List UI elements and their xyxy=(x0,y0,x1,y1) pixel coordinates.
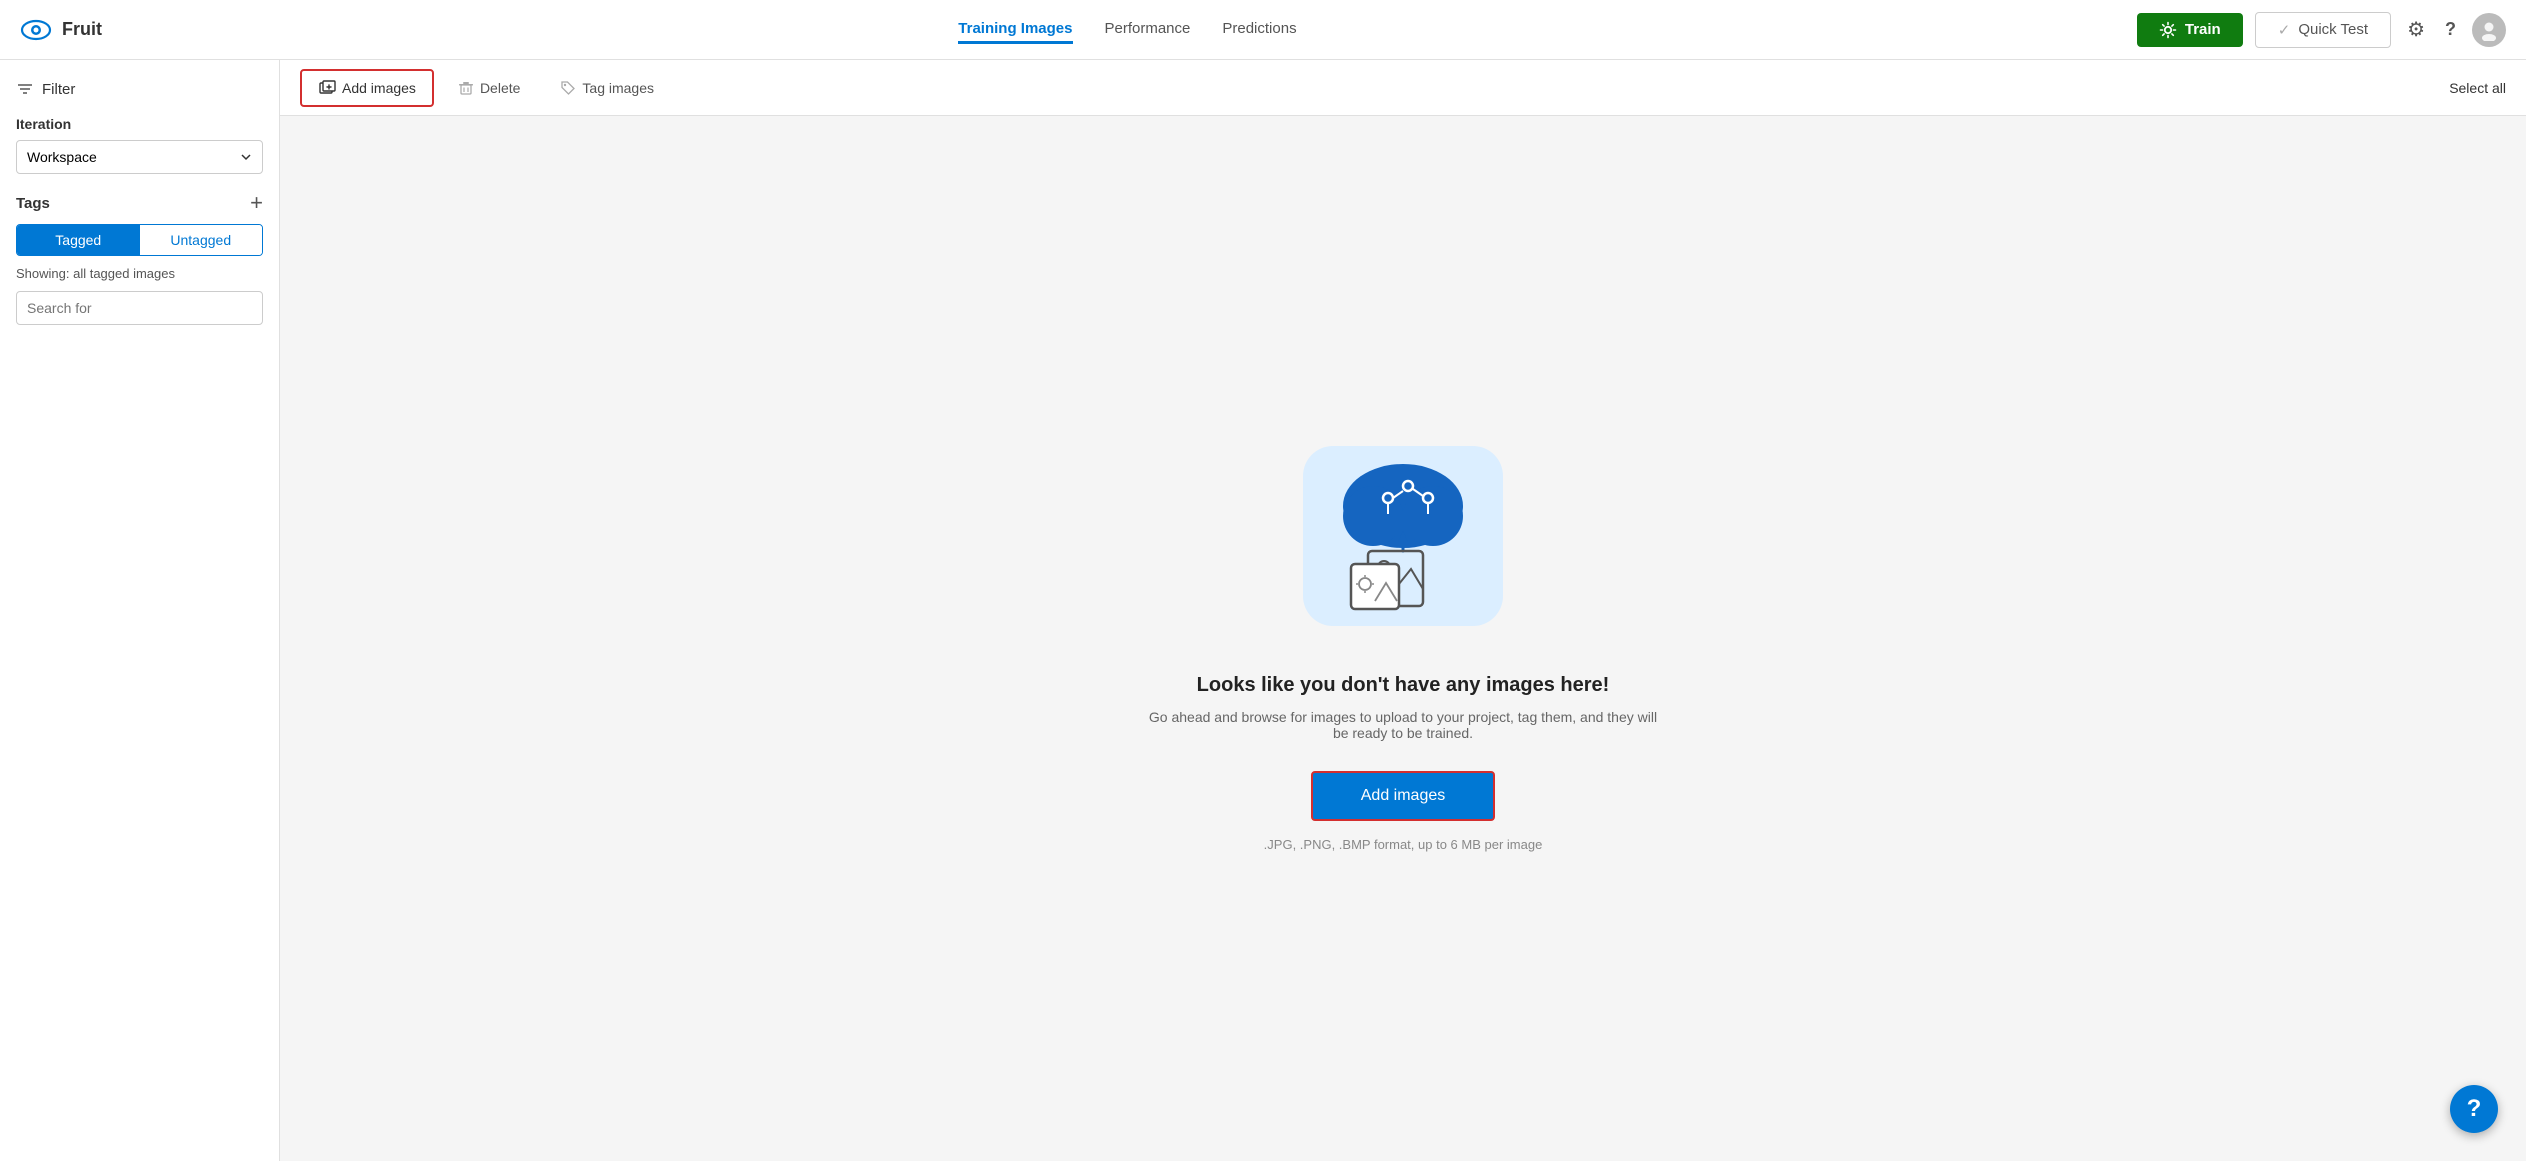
user-icon xyxy=(2478,19,2500,41)
train-label: Train xyxy=(2185,21,2221,38)
tags-section: Tags + Tagged Untagged Showing: all tagg… xyxy=(16,192,263,325)
toolbar: Add images Delete Tag images xyxy=(280,60,2526,116)
add-tag-button[interactable]: + xyxy=(250,192,263,214)
delete-icon xyxy=(458,80,474,96)
filter-button[interactable]: Filter xyxy=(16,80,263,98)
header-actions: Train ✓ Quick Test ⚙ ? xyxy=(2137,12,2506,48)
help-bubble-button[interactable]: ? xyxy=(2450,1085,2498,1133)
add-images-label: Add images xyxy=(342,80,416,96)
header: Fruit Training Images Performance Predic… xyxy=(0,0,2526,60)
eye-icon xyxy=(20,14,52,46)
select-all-button[interactable]: Select all xyxy=(2449,80,2506,96)
quick-test-button[interactable]: ✓ Quick Test xyxy=(2255,12,2391,48)
help-bubble-icon: ? xyxy=(2467,1095,2482,1123)
showing-label: Showing: all tagged images xyxy=(16,266,263,281)
checkmark-icon: ✓ xyxy=(2278,21,2291,39)
iteration-section: Iteration Workspace xyxy=(16,116,263,174)
add-images-center-button[interactable]: Add images xyxy=(1311,771,1496,821)
delete-label: Delete xyxy=(480,80,520,96)
main-area: Filter Iteration Workspace Tags + Tagged… xyxy=(0,60,2526,1161)
nav-training-images[interactable]: Training Images xyxy=(958,16,1072,44)
delete-button[interactable]: Delete xyxy=(442,72,536,104)
filter-icon xyxy=(16,80,34,98)
tags-header: Tags + xyxy=(16,192,263,214)
train-button[interactable]: Train xyxy=(2137,13,2243,47)
settings-button[interactable]: ⚙ xyxy=(2403,13,2429,46)
empty-state: Looks like you don't have any images her… xyxy=(280,116,2526,1161)
tag-toggle: Tagged Untagged xyxy=(16,224,263,256)
tag-icon xyxy=(560,80,576,96)
main-nav: Training Images Performance Predictions xyxy=(134,16,2121,44)
quick-test-label: Quick Test xyxy=(2298,21,2368,38)
tagged-button[interactable]: Tagged xyxy=(17,225,140,255)
iteration-dropdown[interactable]: Workspace xyxy=(16,140,263,174)
nav-predictions[interactable]: Predictions xyxy=(1222,16,1296,44)
settings-icon: ⚙ xyxy=(2407,17,2425,42)
tag-images-button[interactable]: Tag images xyxy=(544,72,670,104)
content-area: Add images Delete Tag images xyxy=(280,60,2526,1161)
app-logo[interactable]: Fruit xyxy=(20,14,102,46)
help-header-button[interactable]: ? xyxy=(2441,15,2460,44)
app-title: Fruit xyxy=(62,19,102,40)
file-format-hint: .JPG, .PNG, .BMP format, up to 6 MB per … xyxy=(1264,837,1543,852)
empty-title: Looks like you don't have any images her… xyxy=(1197,674,1610,697)
nav-performance[interactable]: Performance xyxy=(1105,16,1191,44)
untagged-button[interactable]: Untagged xyxy=(140,225,263,255)
tags-title: Tags xyxy=(16,195,50,212)
iteration-label: Iteration xyxy=(16,116,263,132)
empty-subtitle: Go ahead and browse for images to upload… xyxy=(1143,709,1663,741)
search-input[interactable] xyxy=(16,291,263,325)
gear-train-icon xyxy=(2159,21,2177,39)
tag-images-label: Tag images xyxy=(582,80,654,96)
add-images-button[interactable]: Add images xyxy=(300,69,434,107)
add-images-icon xyxy=(318,79,336,97)
sidebar: Filter Iteration Workspace Tags + Tagged… xyxy=(0,60,280,1161)
filter-label: Filter xyxy=(42,81,75,98)
help-icon: ? xyxy=(2445,19,2456,40)
avatar[interactable] xyxy=(2472,13,2506,47)
empty-illustration xyxy=(1293,426,1513,646)
